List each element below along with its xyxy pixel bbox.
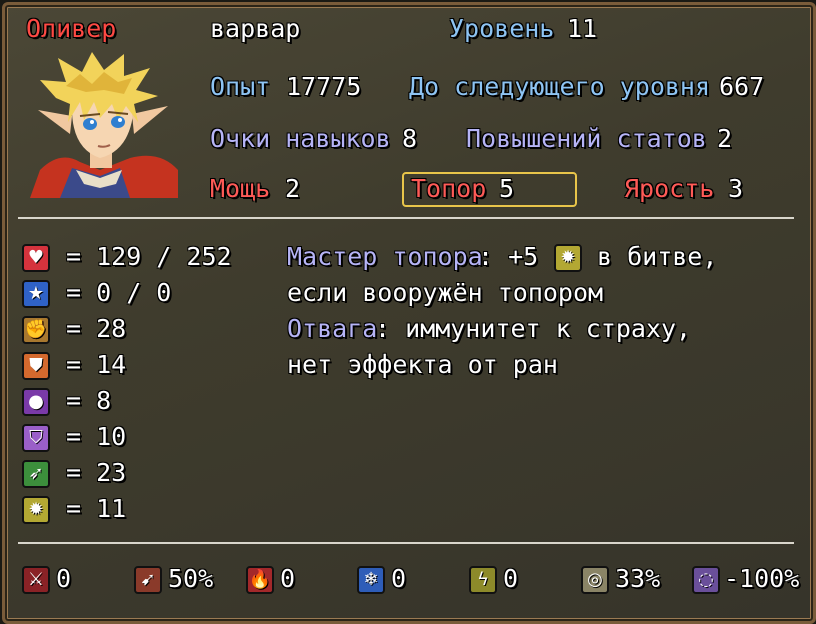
fire-icon: 🔥 bbox=[246, 566, 274, 594]
stat-defense: = 14 bbox=[66, 350, 127, 379]
luck-gear-icon: ✹ bbox=[22, 496, 50, 524]
axe-value: 5 bbox=[499, 174, 515, 203]
stat-ups-label: Повышений статов bbox=[466, 124, 707, 153]
might-label: Мощь bbox=[210, 174, 271, 203]
stat-ups-value: 2 bbox=[717, 124, 733, 153]
stat-magic-defense: = 10 bbox=[66, 422, 127, 451]
luck-gear-icon: ✹ bbox=[554, 244, 582, 272]
lightning-icon: ϟ bbox=[469, 566, 497, 594]
resist-fire: 0 bbox=[280, 564, 296, 593]
resist-divider bbox=[18, 542, 794, 544]
magic-orb-icon: ● bbox=[22, 388, 50, 416]
mana-star-icon: ★ bbox=[22, 280, 50, 308]
resist-earth: 33% bbox=[615, 564, 661, 593]
level-value: 11 bbox=[567, 14, 598, 43]
stat-attack: = 28 bbox=[66, 314, 127, 343]
header-divider bbox=[18, 217, 794, 219]
resist-lightning: 0 bbox=[503, 564, 519, 593]
bow-icon: ➹ bbox=[134, 566, 162, 594]
might-value: 2 bbox=[285, 174, 301, 203]
resist-void: -100% bbox=[724, 564, 800, 593]
resist-ice: 0 bbox=[391, 564, 407, 593]
character-portrait bbox=[30, 52, 178, 198]
attack-fist-icon: ✊ bbox=[22, 316, 50, 344]
trait-axe-master-bonus: : +5 bbox=[478, 242, 539, 271]
stat-mp: = 0 / 0 bbox=[66, 278, 172, 307]
stat-luck: = 11 bbox=[66, 494, 127, 523]
rage-label: Ярость bbox=[624, 174, 715, 203]
exp-value: 17775 bbox=[286, 72, 362, 101]
resist-ranged: 50% bbox=[168, 564, 214, 593]
stat-agility: = 23 bbox=[66, 458, 127, 487]
void-icon: ◌ bbox=[692, 566, 720, 594]
magic-shield-icon: ⛉ bbox=[22, 424, 50, 452]
next-level-label: До следующего уровня bbox=[409, 72, 711, 101]
trait-courage-desc: : иммунитет к страху, bbox=[375, 314, 692, 343]
exp-label: Опыт bbox=[210, 72, 271, 101]
trait-axe-master-tail: в битве, bbox=[597, 242, 718, 271]
earth-icon: ◎ bbox=[581, 566, 609, 594]
trait-axe-master-line2: если вооружён топором bbox=[287, 278, 604, 307]
trait-axe-master-name: Мастер топора bbox=[287, 242, 483, 271]
level-label: Уровень bbox=[449, 14, 555, 43]
character-class: варвар bbox=[210, 14, 301, 43]
agility-runner-icon: ➶ bbox=[22, 460, 50, 488]
trait-courage-line2: нет эффекта от ран bbox=[287, 350, 558, 379]
stat-hp: = 129 / 252 bbox=[66, 242, 232, 271]
character-name: Оливер bbox=[26, 14, 117, 43]
defense-shield-icon: ⛊ bbox=[22, 352, 50, 380]
rage-value: 3 bbox=[728, 174, 744, 203]
ice-icon: ❄ bbox=[357, 566, 385, 594]
resist-pierce: 0 bbox=[56, 564, 72, 593]
heart-icon: ♥ bbox=[22, 244, 50, 272]
axe-label: Топор bbox=[411, 174, 487, 203]
pierce-icon: ⚔ bbox=[22, 566, 50, 594]
skill-points-value: 8 bbox=[402, 124, 418, 153]
trait-courage-name: Отвага bbox=[287, 314, 378, 343]
skill-points-label: Очки навыков bbox=[210, 124, 391, 153]
stat-magic-attack: = 8 bbox=[66, 386, 112, 415]
next-level-value: 667 bbox=[719, 72, 765, 101]
